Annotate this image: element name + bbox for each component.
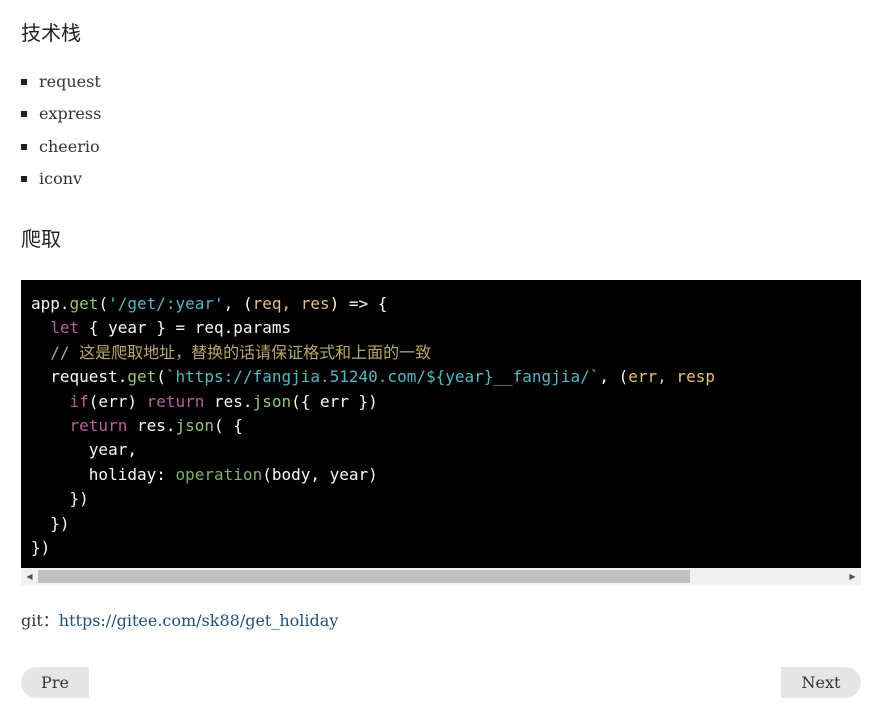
code-token: '/get/:year' [108, 294, 224, 313]
code-token: year, [31, 440, 137, 460]
code-line: }) [31, 538, 50, 557]
code-token: app. [31, 294, 70, 313]
code-line: }) [31, 489, 89, 508]
code-token: (body, year) [262, 464, 378, 484]
code-content: app.get('/get/:year', (req, res) => { le… [21, 280, 861, 580]
code-token: , ( [223, 294, 253, 313]
code-token: ( [98, 294, 109, 313]
code-block: app.get('/get/:year', (req, res) => { le… [21, 280, 861, 585]
list-item: request [21, 69, 101, 101]
code-token: operation [175, 464, 263, 484]
heading-tech-stack: 技术栈 [21, 21, 81, 45]
code-token: err, resp [628, 367, 715, 387]
code-line: request.get(`https://fangjia.51240.com/$… [31, 367, 715, 386]
code-token: return [146, 391, 205, 411]
code-token: get [127, 367, 157, 387]
code-line: // 这是爬取地址，替换的话请保证格式和上面的一致 [31, 343, 431, 362]
code-token: ( [156, 367, 166, 387]
triangle-left-icon[interactable]: ◀ [21, 568, 38, 585]
list-item-label: iconv [39, 168, 83, 188]
code-token: req, res [252, 294, 330, 313]
bullet-icon [21, 175, 27, 182]
code-line: year, [31, 440, 137, 459]
code-line: if(err) return res.json({ err }) [31, 392, 378, 411]
code-token: ) => { [329, 294, 388, 313]
horizontal-scrollbar[interactable]: ◀ ▶ [21, 568, 861, 585]
code-token: res. [204, 391, 253, 411]
code-token: if [69, 391, 89, 411]
next-button[interactable]: Next [781, 667, 861, 698]
code-token: res. [127, 416, 176, 436]
heading-crawl: 爬取 [21, 227, 61, 251]
code-token: }) [31, 538, 51, 558]
code-token: request. [31, 367, 128, 387]
git-repo-link[interactable]: https://gitee.com/sk88/get_holiday [59, 611, 339, 630]
code-line: let { year } = req.params [31, 318, 291, 337]
code-token: { year } = req.params [79, 318, 292, 338]
code-token: return [69, 416, 128, 436]
code-line: }) [31, 513, 70, 533]
code-token: ( { [214, 416, 243, 436]
code-token: }) [31, 513, 70, 533]
list-item: cheerio [21, 134, 101, 166]
code-token: , ( [599, 367, 629, 387]
code-token: holiday: [31, 464, 176, 484]
list-item-label: request [39, 72, 101, 91]
code-token: json [252, 391, 292, 411]
pre-button[interactable]: Pre [21, 667, 89, 698]
scrollbar-thumb[interactable] [38, 570, 690, 583]
code-token: json [175, 416, 215, 436]
code-token: // 这是爬取地址，替换的话请保证格式和上面的一致 [50, 342, 432, 362]
code-token: `https://fangjia.51240.com/${year}__fang… [165, 367, 600, 387]
code-line: holiday: operation(body, year) [31, 465, 378, 484]
code-token: get [69, 294, 99, 313]
code-line: return res.json( { [31, 416, 243, 435]
list-item-label: express [39, 104, 102, 124]
code-line: app.get('/get/:year', (req, res) => { [31, 294, 387, 313]
code-token: ({ err }) [291, 391, 378, 411]
tech-stack-list: request express cheerio iconv [21, 69, 101, 198]
code-token: }) [31, 489, 89, 509]
code-token: (err) [88, 391, 147, 411]
list-item: express [21, 101, 101, 133]
triangle-right-icon[interactable]: ▶ [844, 568, 861, 585]
code-token: let [50, 318, 80, 338]
list-item-label: cheerio [39, 136, 100, 156]
git-label: git： [21, 611, 59, 630]
list-item: iconv [21, 166, 101, 198]
bullet-icon [21, 79, 27, 85]
git-link-line: git：https://gitee.com/sk88/get_holiday [21, 609, 338, 633]
bullet-icon [21, 111, 27, 118]
bullet-icon [21, 143, 27, 150]
